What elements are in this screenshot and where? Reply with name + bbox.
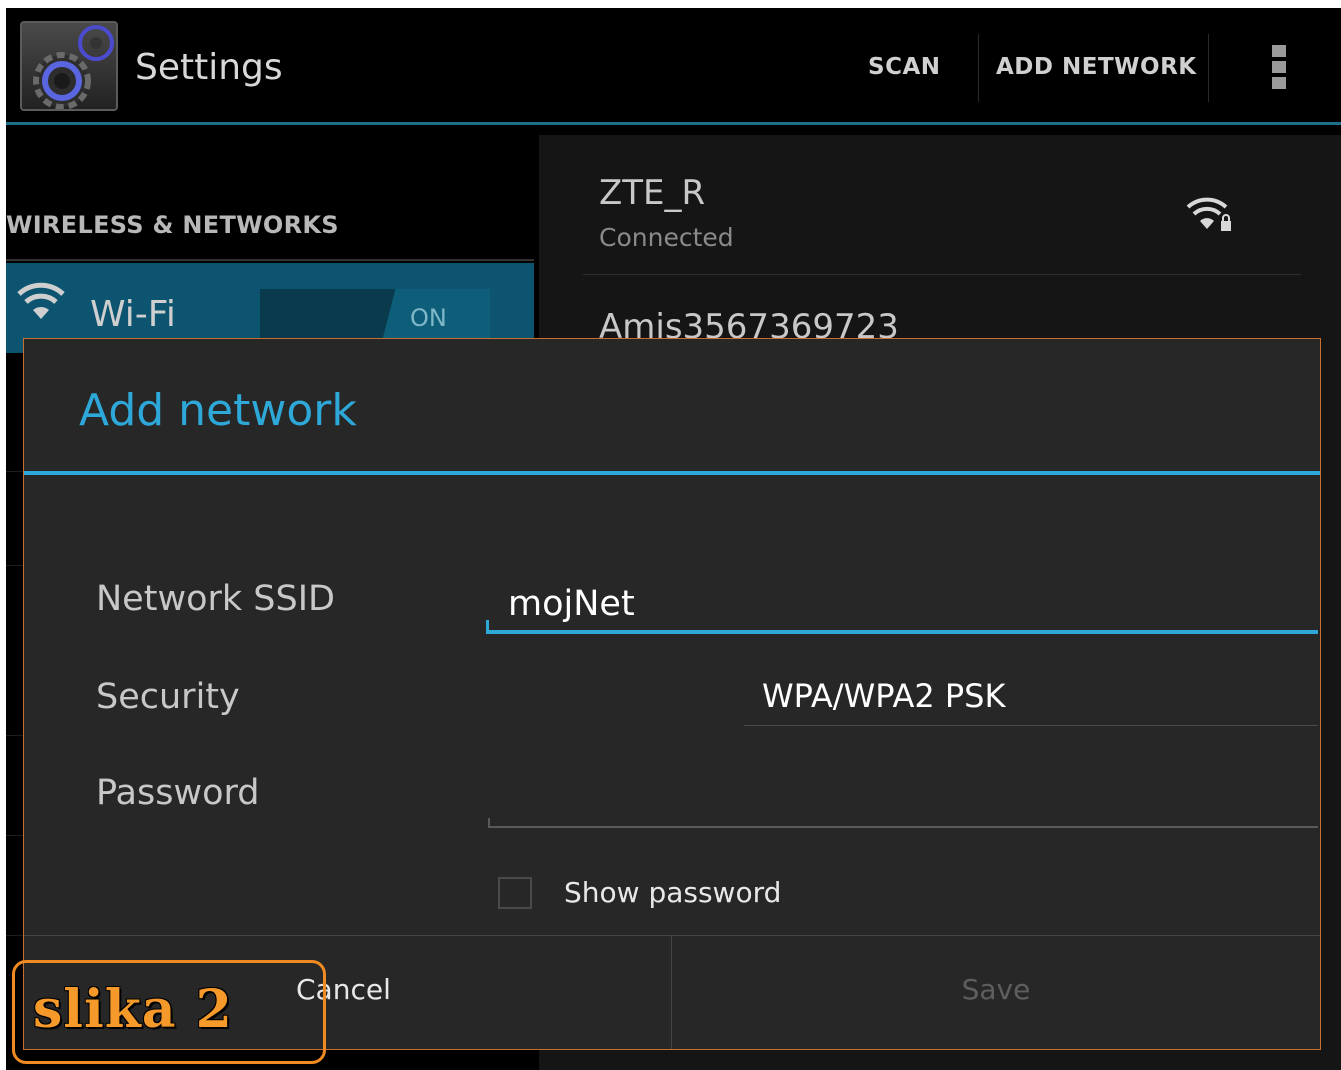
save-button[interactable]: Save — [672, 936, 1320, 1049]
dialog-title: Add network — [79, 385, 357, 436]
scan-button[interactable]: SCAN — [868, 52, 941, 82]
password-label: Password — [96, 773, 260, 813]
network-name[interactable]: ZTE_R — [599, 173, 705, 213]
security-dropdown[interactable]: WPA/WPA2 PSK — [744, 669, 1318, 727]
save-button-label: Save — [961, 973, 1031, 1006]
add-network-dialog: Add network Network SSID Security WPA/WP… — [23, 338, 1321, 1050]
wifi-icon — [17, 282, 65, 319]
security-selected-value: WPA/WPA2 PSK — [762, 677, 1006, 715]
wifi-signal-lock-icon — [1186, 197, 1231, 231]
sidebar-item-label: Wi-Fi — [90, 294, 176, 335]
annotation-label: slika 2 — [33, 979, 233, 1040]
network-status: Connected — [599, 223, 734, 252]
list-divider — [583, 274, 1301, 275]
action-divider — [978, 34, 979, 102]
ssid-label: Network SSID — [96, 579, 335, 619]
input-underline — [488, 826, 1318, 828]
action-divider — [1208, 34, 1209, 102]
show-password-checkbox[interactable] — [498, 877, 532, 909]
password-input[interactable] — [486, 767, 1318, 825]
security-label: Security — [96, 677, 240, 717]
action-bar: Settings SCAN ADD NETWORK — [6, 8, 1341, 122]
section-header-wireless: WIRELESS & NETWORKS — [6, 211, 339, 239]
dropdown-underline — [744, 725, 1318, 726]
settings-gear-icon[interactable] — [20, 21, 118, 111]
input-underline — [486, 630, 1318, 634]
add-network-button[interactable]: ADD NETWORK — [996, 52, 1197, 82]
overflow-menu-icon[interactable] — [1272, 45, 1290, 91]
android-screen: Settings SCAN ADD NETWORK WIRELESS & NET… — [6, 8, 1341, 1070]
show-password-label[interactable]: Show password — [564, 874, 781, 912]
section-divider — [6, 259, 534, 261]
ssid-input[interactable] — [486, 575, 1318, 633]
app-title: Settings — [135, 47, 283, 88]
toggle-state-label: ON — [410, 304, 447, 332]
dialog-title-divider — [24, 471, 1320, 475]
